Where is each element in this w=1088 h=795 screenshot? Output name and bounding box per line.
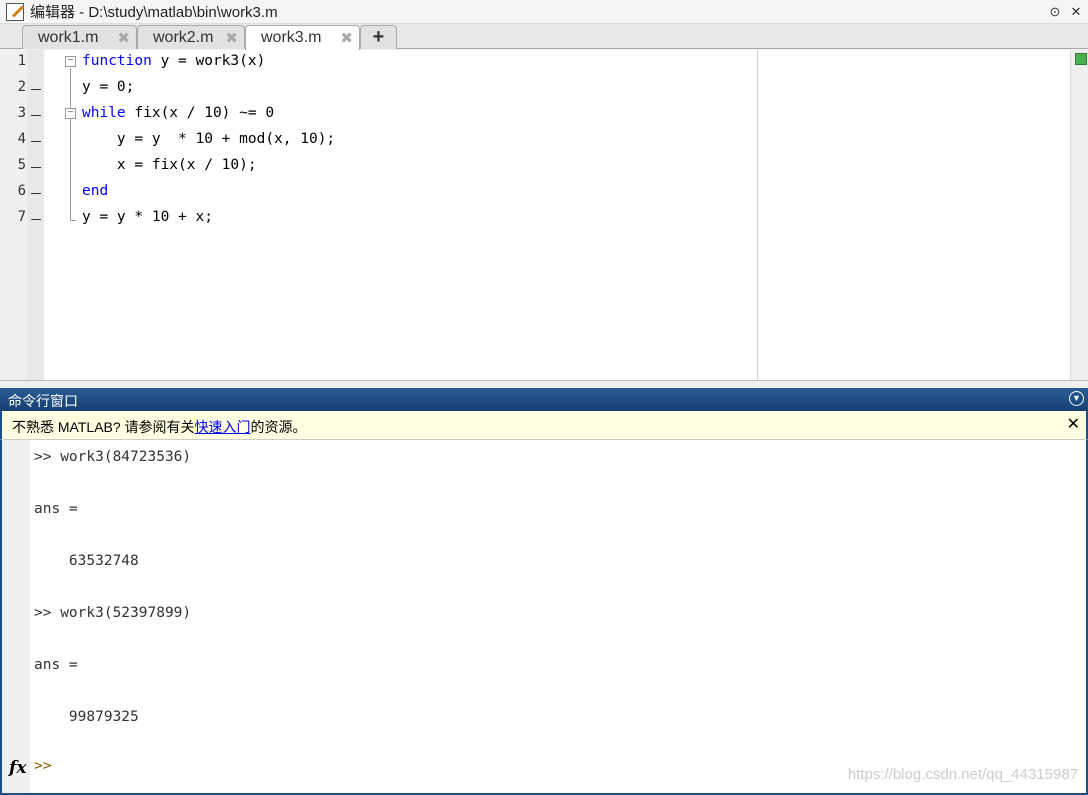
command-gutter [2,440,30,793]
options-chevron-icon[interactable]: ▼ [1069,391,1084,406]
line-number: 2 [17,79,26,95]
add-tab-button[interactable]: + [360,25,397,49]
right-margin-line [757,50,758,380]
command-output-line: 63532748 [34,553,139,569]
options-chevron-icon[interactable]: ⊙ [1047,4,1063,20]
code-text: y = y * 10 + x; [82,209,213,225]
quick-start-link[interactable]: 快速入门 [195,419,251,435]
code-line: y = y * 10 + mod(x, 10); [82,131,335,147]
fold-icon[interactable]: − [65,108,76,119]
fold-end [70,197,76,221]
command-window-header: 命令行窗口 ▼ [0,388,1088,411]
tab-work3[interactable]: work3.m ✖ [245,25,360,50]
code-text: y = 0; [82,79,135,95]
line-number: 4 [17,131,26,147]
code-text: y = y * 10 + mod(x, 10); [82,131,336,147]
fold-icon[interactable]: − [65,56,76,67]
close-tab-icon[interactable]: ✖ [117,29,130,47]
command-window[interactable]: >> work3(84723536) ans = 63532748 >> work3… [0,440,1088,795]
breakpoint-marker[interactable] [31,89,41,90]
tab-work2[interactable]: work2.m ✖ [137,25,245,49]
fold-line [70,68,71,208]
command-output-line: 99879325 [34,709,139,725]
function-browser-fx-icon[interactable]: fx [9,758,26,778]
keyword: function [82,53,152,69]
command-output-line: ans = [34,501,78,517]
editor-pen-icon [6,2,24,21]
breakpoint-marker[interactable] [31,115,41,116]
command-output-line: >> work3(52397899) [34,605,192,621]
code-text: x = fix(x / 10); [82,157,257,173]
tab-label: work2.m [153,29,214,46]
tab-label: work3.m [261,29,322,46]
notice-text-end: 的资源。 [250,419,307,435]
breakpoint-marker[interactable] [31,193,41,194]
tab-label: work1.m [38,29,99,46]
tab-bar: work1.m ✖ work2.m ✖ work3.m ✖ + [0,24,1088,50]
line-number: 6 [17,183,26,199]
code-text: fix(x / 10) ~= 0 [125,105,275,121]
code-line: x = fix(x / 10); [82,157,257,173]
command-prompt[interactable]: >> [34,758,51,774]
breakpoint-marker[interactable] [31,167,41,168]
vertical-scrollbar[interactable] [1070,50,1088,380]
command-output-line: >> work3(84723536) [34,449,192,465]
tab-work1[interactable]: work1.m ✖ [22,25,137,49]
breakpoint-marker[interactable] [31,141,41,142]
code-line: function y = work3(x) [82,53,265,69]
command-window-title: 命令行窗口 [8,393,78,409]
close-icon[interactable]: ✕ [1068,4,1084,20]
line-number: 7 [17,209,26,225]
command-output-line: ans = [34,657,78,673]
code-line: end [82,183,108,199]
watermark: https://blog.csdn.net/qq_44315987 [847,766,1078,783]
keyword: while [82,105,126,121]
title-bar: 编辑器 - D:\study\matlab\bin\work3.m ⊙ ✕ [0,0,1088,24]
close-tab-icon[interactable]: ✖ [225,29,238,47]
line-number: 5 [17,157,26,173]
notice-bar: 不熟悉 MATLAB? 请参阅有关快速入门的资源。 ✕ [0,411,1088,440]
breakpoint-marker[interactable] [31,219,41,220]
notice-text: 不熟悉 MATLAB? 请参阅有关 [12,419,195,435]
line-number: 1 [17,53,26,69]
code-line: y = 0; [82,79,134,95]
code-line: y = y * 10 + x; [82,209,213,225]
code-line: while fix(x / 10) ~= 0 [82,105,274,121]
code-status-indicator[interactable] [1075,53,1087,65]
close-tab-icon[interactable]: ✖ [340,29,353,47]
code-text: y = work3(x) [151,53,266,69]
keyword: end [82,183,109,199]
line-number: 3 [17,105,26,121]
window-title: 编辑器 - D:\study\matlab\bin\work3.m [30,4,278,21]
code-editor[interactable]: 1 function y = work3(x) 2 y = 0; 3 while fix(… [0,50,1088,381]
close-notice-icon[interactable]: ✕ [1067,414,1080,434]
